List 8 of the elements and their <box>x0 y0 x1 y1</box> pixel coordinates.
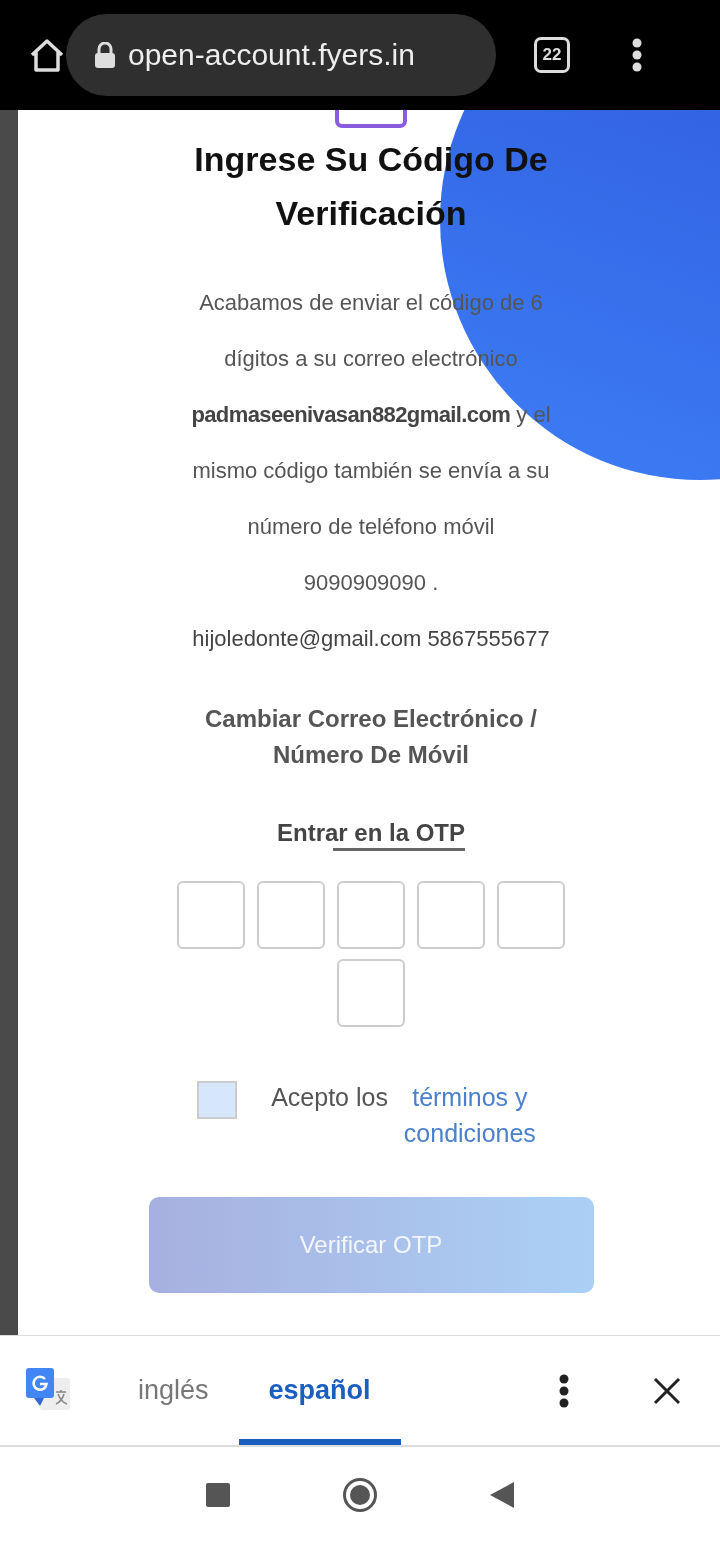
terms-text: Acepto los términos y condiciones <box>271 1079 545 1151</box>
address-bar[interactable]: open-account.fyers.in <box>66 14 496 96</box>
change-contact-link[interactable]: Cambiar Correo Electrónico / Número De Móvil <box>161 701 581 773</box>
language-tab[interactable]: inglés <box>108 1336 239 1445</box>
url-text: open-account.fyers.in <box>128 38 415 72</box>
contact-details: hijoledonte@gmail.com 5867555677 <box>192 625 550 653</box>
tab-count-button[interactable]: 22 <box>534 37 570 73</box>
terms-link[interactable]: términos y condiciones <box>394 1079 545 1151</box>
